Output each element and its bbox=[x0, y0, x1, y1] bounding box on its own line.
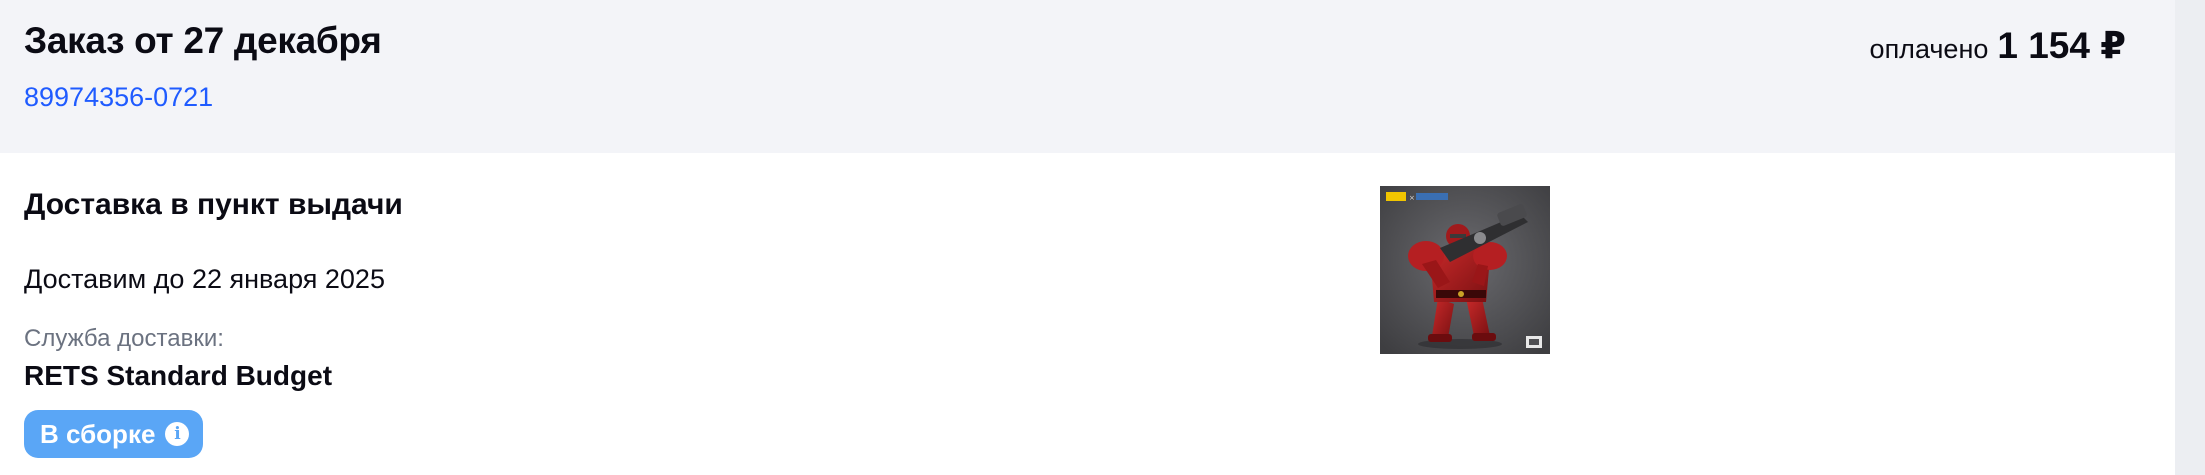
order-number-link[interactable]: 89974356-0721 bbox=[24, 82, 213, 113]
action-figure-thumbnail-icon: × bbox=[1380, 186, 1550, 354]
order-status-label: В сборке bbox=[40, 418, 156, 449]
scrollbar-gutter bbox=[2175, 0, 2205, 475]
payment-status: оплачено bbox=[1869, 34, 1989, 64]
order-status-badge[interactable]: В сборке i bbox=[24, 410, 204, 458]
delivery-service-name: RETS Standard Budget bbox=[24, 360, 333, 391]
delivery-date: Доставим до 22 января 2025 bbox=[24, 264, 385, 294]
delivery-type-title: Доставка в пункт выдачи bbox=[24, 188, 403, 221]
order-title: Заказ от 27 декабря bbox=[24, 20, 382, 61]
payment-summary: оплачено 1 154 ₽ bbox=[1870, 24, 2126, 67]
payment-amount: 1 154 ₽ bbox=[1997, 25, 2126, 66]
page: Заказ от 27 декабря 89974356-0721 оплаче… bbox=[0, 0, 2205, 475]
svg-text:×: × bbox=[1409, 194, 1415, 202]
order-card: Заказ от 27 декабря 89974356-0721 оплаче… bbox=[0, 0, 2175, 475]
info-icon[interactable]: i bbox=[165, 422, 190, 446]
delivery-service-label: Служба доставки: bbox=[24, 325, 224, 352]
product-thumbnail[interactable]: × bbox=[1380, 186, 1550, 354]
order-header: Заказ от 27 декабря 89974356-0721 оплаче… bbox=[0, 0, 2175, 153]
